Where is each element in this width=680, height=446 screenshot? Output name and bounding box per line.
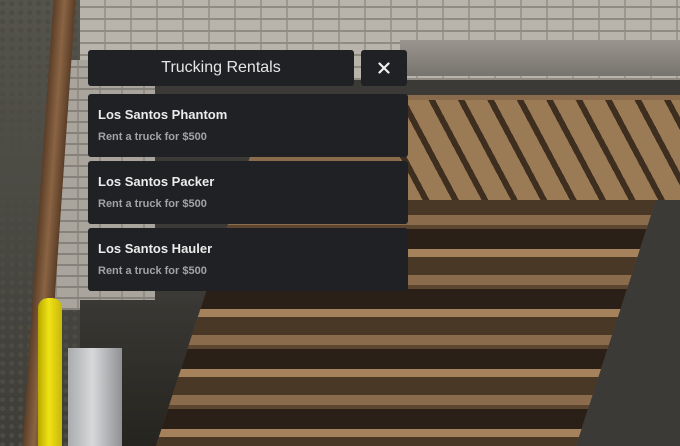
menu-title: Trucking Rentals [88, 50, 354, 86]
menu-header: Trucking Rentals [88, 50, 408, 86]
rental-item-title: Los Santos Phantom [98, 107, 228, 122]
rental-item-description: Rent a truck for $500 [98, 265, 207, 277]
metal-post [68, 348, 122, 446]
rental-item-phantom[interactable]: Los Santos Phantom Rent a truck for $500 [88, 94, 408, 157]
rental-item-packer[interactable]: Los Santos Packer Rent a truck for $500 [88, 161, 408, 224]
close-button[interactable] [361, 50, 407, 86]
rental-item-description: Rent a truck for $500 [98, 131, 207, 143]
rental-item-title: Los Santos Packer [98, 174, 215, 189]
rental-item-description: Rent a truck for $500 [98, 198, 207, 210]
close-icon [378, 62, 390, 74]
rental-item-title: Los Santos Hauler [98, 241, 213, 256]
trucking-rentals-menu: Trucking Rentals Los Santos Phantom Rent… [88, 50, 408, 291]
pallet-top-slats [400, 100, 680, 200]
rental-list: Los Santos Phantom Rent a truck for $500… [88, 94, 408, 291]
concrete-ledge [400, 40, 680, 76]
rental-item-hauler[interactable]: Los Santos Hauler Rent a truck for $500 [88, 228, 408, 291]
yellow-bollard [38, 298, 62, 446]
